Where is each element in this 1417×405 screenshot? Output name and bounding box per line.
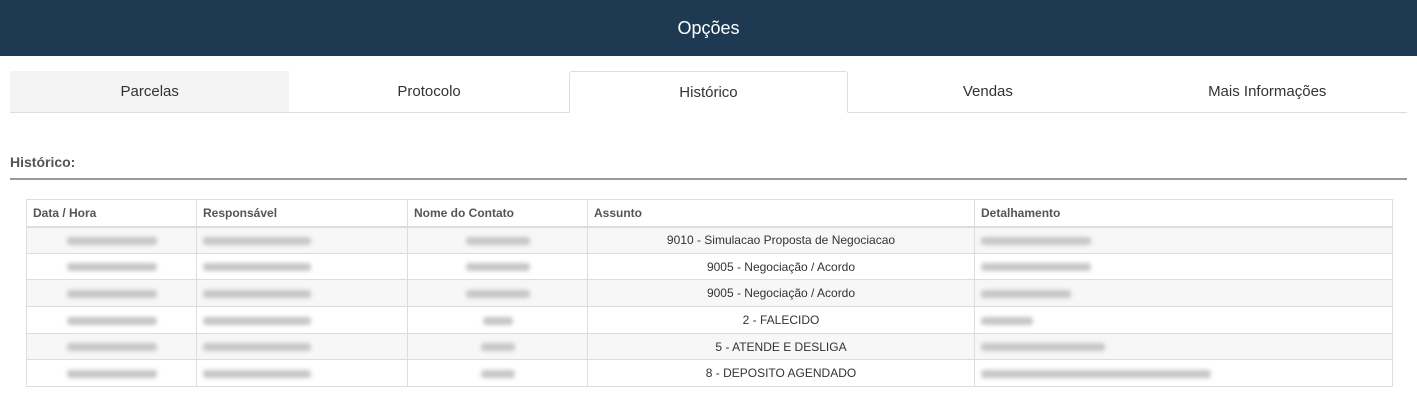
table-row[interactable]: 9005 - Negociação / Acordo (26, 252, 1393, 280)
cell-nome-contato (407, 332, 588, 360)
redacted-value (203, 316, 311, 325)
table-row[interactable]: 9005 - Negociação / Acordo (26, 279, 1393, 307)
cell-assunto: 9005 - Negociação / Acordo (587, 279, 975, 307)
cell-detalhamento (974, 226, 1393, 254)
header-title: Opções (677, 17, 740, 38)
page-header: Opções (0, 0, 1417, 56)
tab-bar: Parcelas Protocolo Histórico Vendas Mais… (10, 71, 1407, 113)
redacted-value (981, 343, 1105, 352)
column-header-responsavel[interactable]: Responsável (196, 199, 408, 228)
redacted-value (465, 290, 530, 299)
redacted-value (203, 370, 311, 379)
column-header-nome-contato[interactable]: Nome do Contato (407, 199, 588, 228)
redacted-value (981, 236, 1091, 245)
tab-label: Vendas (962, 83, 1013, 100)
cell-nome-contato (407, 226, 588, 254)
column-header-assunto[interactable]: Assunto (587, 199, 975, 228)
redacted-value (203, 290, 311, 299)
redacted-value (66, 290, 157, 299)
cell-nome-contato (407, 359, 588, 387)
table-header-row: Data / Hora Responsável Nome do Contato … (26, 199, 1393, 228)
cell-assunto: 2 - FALECIDO (587, 306, 975, 334)
column-header-data-hora[interactable]: Data / Hora (26, 199, 197, 228)
section-divider (10, 178, 1407, 180)
table-row[interactable]: 5 - ATENDE E DESLIGA (26, 332, 1393, 360)
redacted-value (480, 343, 515, 352)
cell-data-hora (26, 359, 197, 387)
cell-responsavel (196, 252, 408, 280)
cell-assunto: 9005 - Negociação / Acordo (587, 252, 975, 280)
cell-nome-contato (407, 252, 588, 280)
redacted-value (480, 370, 515, 379)
redacted-value (465, 236, 530, 245)
redacted-value (981, 290, 1071, 299)
history-table: Data / Hora Responsável Nome do Contato … (26, 199, 1393, 388)
cell-detalhamento (974, 359, 1393, 387)
cell-responsavel (196, 279, 408, 307)
section-title: Histórico: (10, 154, 76, 170)
cell-nome-contato (407, 306, 588, 334)
cell-data-hora (26, 306, 197, 334)
tab-protocolo[interactable]: Protocolo (289, 71, 568, 112)
cell-detalhamento (974, 279, 1393, 307)
table-row[interactable]: 2 - FALECIDO (26, 306, 1393, 334)
tab-label: Histórico (679, 83, 738, 101)
cell-assunto: 8 - DEPOSITO AGENDADO (587, 359, 975, 387)
cell-data-hora (26, 279, 197, 307)
tab-label: Protocolo (397, 83, 461, 100)
redacted-value (981, 316, 1033, 325)
redacted-value (203, 263, 311, 272)
redacted-value (203, 343, 311, 352)
cell-responsavel (196, 226, 408, 254)
redacted-value (66, 263, 157, 272)
cell-detalhamento (974, 332, 1393, 360)
table-row[interactable]: 9010 - Simulacao Proposta de Negociacao (26, 226, 1393, 254)
tab-label: Mais Informações (1208, 83, 1327, 100)
table-row[interactable]: 8 - DEPOSITO AGENDADO (26, 359, 1393, 387)
cell-responsavel (196, 359, 408, 387)
tab-parcelas[interactable]: Parcelas (10, 71, 290, 112)
cell-assunto: 5 - ATENDE E DESLIGA (587, 332, 975, 360)
tab-historico[interactable]: Histórico (568, 71, 849, 113)
redacted-value (66, 316, 157, 325)
redacted-value (203, 236, 311, 245)
cell-detalhamento (974, 306, 1393, 334)
cell-data-hora (26, 252, 197, 280)
cell-responsavel (196, 332, 408, 360)
cell-responsavel (196, 306, 408, 334)
tab-label: Parcelas (120, 83, 179, 100)
tab-vendas[interactable]: Vendas (848, 71, 1127, 112)
redacted-value (66, 370, 157, 379)
redacted-value (66, 236, 157, 245)
cell-assunto: 9010 - Simulacao Proposta de Negociacao (587, 226, 975, 254)
redacted-value (981, 263, 1091, 272)
cell-nome-contato (407, 279, 588, 307)
redacted-value (465, 263, 530, 272)
cell-data-hora (26, 226, 197, 254)
column-header-detalhamento[interactable]: Detalhamento (974, 199, 1393, 228)
redacted-value (66, 343, 157, 352)
tab-mais-informacoes[interactable]: Mais Informações (1128, 71, 1407, 112)
redacted-value (482, 316, 513, 325)
cell-detalhamento (974, 252, 1393, 280)
redacted-value (981, 370, 1211, 379)
cell-data-hora (26, 332, 197, 360)
